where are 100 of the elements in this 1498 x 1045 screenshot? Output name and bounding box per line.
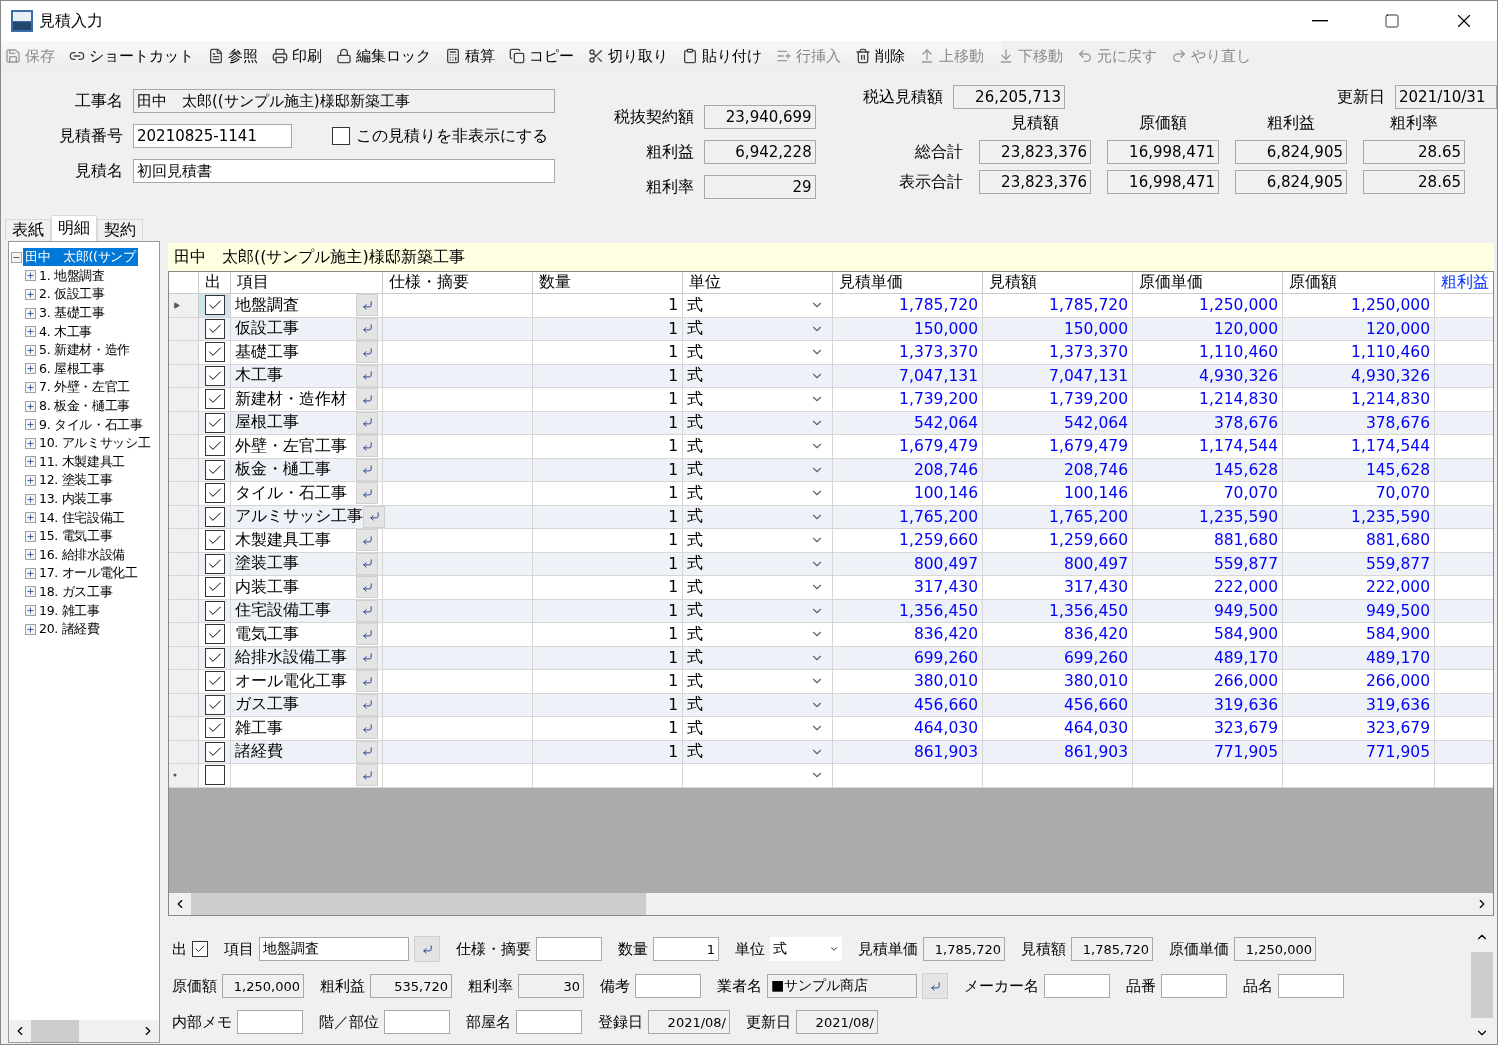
expander-button[interactable] xyxy=(25,419,36,431)
toolbar-button[interactable]: 切り取り xyxy=(588,46,668,66)
tree-item[interactable]: 16. 給排水設備 xyxy=(37,545,128,564)
input-field[interactable] xyxy=(237,1010,303,1034)
scroll-thumb[interactable] xyxy=(1471,952,1493,1018)
tab[interactable]: 契約 xyxy=(97,219,143,241)
pick-button[interactable] xyxy=(356,364,378,387)
input-field[interactable] xyxy=(1044,974,1110,998)
tree-item[interactable]: 15. 電気工事 xyxy=(37,527,115,546)
checkbox[interactable] xyxy=(204,553,225,574)
expander-button[interactable] xyxy=(25,456,36,468)
checkbox[interactable] xyxy=(204,459,225,480)
item-field[interactable]: 地盤調査 xyxy=(259,937,409,961)
checkbox[interactable] xyxy=(204,671,225,692)
toolbar-button[interactable]: 積算 xyxy=(445,46,495,66)
tab[interactable]: 明細 xyxy=(51,215,97,241)
pick-button[interactable] xyxy=(356,670,378,693)
unit-select[interactable]: 式 xyxy=(770,937,842,961)
checkbox[interactable] xyxy=(204,412,225,433)
pick-button[interactable] xyxy=(356,693,378,716)
tab[interactable]: 表紙 xyxy=(5,219,51,241)
expander-button[interactable] xyxy=(25,400,36,412)
expander-button[interactable] xyxy=(25,363,36,375)
pick-button[interactable] xyxy=(356,435,378,458)
expander-button[interactable] xyxy=(25,307,36,319)
pick-button[interactable] xyxy=(356,341,378,364)
checkbox[interactable] xyxy=(204,342,225,363)
toolbar-button[interactable]: 印刷 xyxy=(272,46,322,66)
tree-item[interactable]: 18. ガス工事 xyxy=(37,583,115,601)
checkbox[interactable] xyxy=(204,506,225,527)
input-field[interactable] xyxy=(1161,974,1227,998)
pick-button[interactable] xyxy=(356,388,378,411)
expander-button[interactable] xyxy=(25,381,36,393)
toolbar-button[interactable]: 貼り付け xyxy=(682,46,762,66)
toolbar-button[interactable]: 参照 xyxy=(208,46,258,66)
input-field[interactable] xyxy=(1278,974,1344,998)
quantity-field[interactable]: 1 xyxy=(653,937,719,961)
input-field[interactable] xyxy=(635,974,701,998)
toolbar-button[interactable]: コピー xyxy=(509,46,574,66)
checkbox[interactable] xyxy=(204,365,225,386)
expander-button[interactable] xyxy=(25,289,36,300)
tree-item[interactable]: 13. 内装工事 xyxy=(37,490,115,508)
pick-button[interactable] xyxy=(356,294,378,317)
row-header[interactable] xyxy=(169,294,199,318)
checkbox[interactable] xyxy=(204,718,225,739)
pick-button[interactable] xyxy=(356,623,378,646)
pick-button[interactable] xyxy=(414,936,440,962)
checkbox[interactable] xyxy=(204,741,225,762)
expander-button[interactable] xyxy=(25,605,36,617)
tree-item[interactable]: 1. 地盤調査 xyxy=(37,266,107,285)
estimate-number-field[interactable]: 20210825-1141 xyxy=(133,124,292,148)
pick-button[interactable] xyxy=(356,482,378,505)
expander-button[interactable] xyxy=(25,326,36,338)
tree-item[interactable]: 17. オール電化工 xyxy=(37,564,140,583)
checkbox[interactable] xyxy=(204,436,225,457)
checkbox[interactable] xyxy=(204,694,225,715)
checkbox[interactable] xyxy=(204,577,225,598)
pick-button[interactable] xyxy=(356,717,378,740)
scroll-thumb[interactable] xyxy=(31,1020,79,1042)
input-field[interactable] xyxy=(536,937,602,961)
pick-button[interactable] xyxy=(356,411,378,434)
pick-button[interactable] xyxy=(356,458,378,481)
pick-button[interactable] xyxy=(356,764,378,787)
tree-item[interactable]: 3. 基礎工事 xyxy=(37,304,107,323)
toolbar-button[interactable]: 削除 xyxy=(855,46,905,66)
tree-item[interactable]: 11. 木製建具工 xyxy=(37,452,128,471)
pick-button[interactable] xyxy=(922,973,948,999)
estimate-name-field[interactable]: 初回見積書 xyxy=(133,159,555,183)
expander-button[interactable] xyxy=(25,530,36,542)
tree-item[interactable]: 14. 住宅設備工 xyxy=(37,508,128,527)
expander-button[interactable] xyxy=(25,493,36,505)
project-name-field[interactable]: 田中 太郎((サンプル施主)様邸新築工事 xyxy=(133,89,555,113)
tree-item[interactable]: 8. 板金・樋工事 xyxy=(37,397,133,416)
checkbox[interactable] xyxy=(192,941,208,957)
toolbar-button[interactable]: 編集ロック xyxy=(336,46,431,66)
expander-button[interactable] xyxy=(25,623,36,635)
pick-button[interactable] xyxy=(356,552,378,575)
checkbox[interactable] xyxy=(332,127,350,145)
tree-item[interactable]: 7. 外壁・左官工 xyxy=(37,378,133,397)
expander-button[interactable] xyxy=(25,512,36,524)
input-field[interactable] xyxy=(516,1010,582,1034)
checkbox[interactable] xyxy=(204,318,225,339)
checkbox[interactable] xyxy=(204,530,225,551)
tree-item[interactable]: 6. 屋根工事 xyxy=(37,359,107,378)
tree-item[interactable]: 5. 新建材・造作 xyxy=(37,341,133,360)
checkbox[interactable] xyxy=(204,389,225,410)
vendor-field[interactable]: ■サンプル商店 xyxy=(767,974,917,998)
toolbar-button[interactable]: ショートカット xyxy=(69,46,194,66)
expander-button[interactable] xyxy=(25,567,36,579)
pick-button[interactable] xyxy=(356,529,378,552)
pick-button[interactable] xyxy=(356,646,378,669)
tree-item[interactable]: 田中 太郎((サンプ xyxy=(23,248,138,267)
checkbox[interactable] xyxy=(204,624,225,645)
tree-item[interactable]: 9. タイル・石工事 xyxy=(37,415,145,434)
pick-button[interactable] xyxy=(363,505,385,528)
expander-button[interactable] xyxy=(25,270,36,282)
expander-button[interactable] xyxy=(25,437,36,449)
tree-item[interactable]: 4. 木工事 xyxy=(37,322,95,341)
pick-button[interactable] xyxy=(356,599,378,622)
pick-button[interactable] xyxy=(356,740,378,763)
